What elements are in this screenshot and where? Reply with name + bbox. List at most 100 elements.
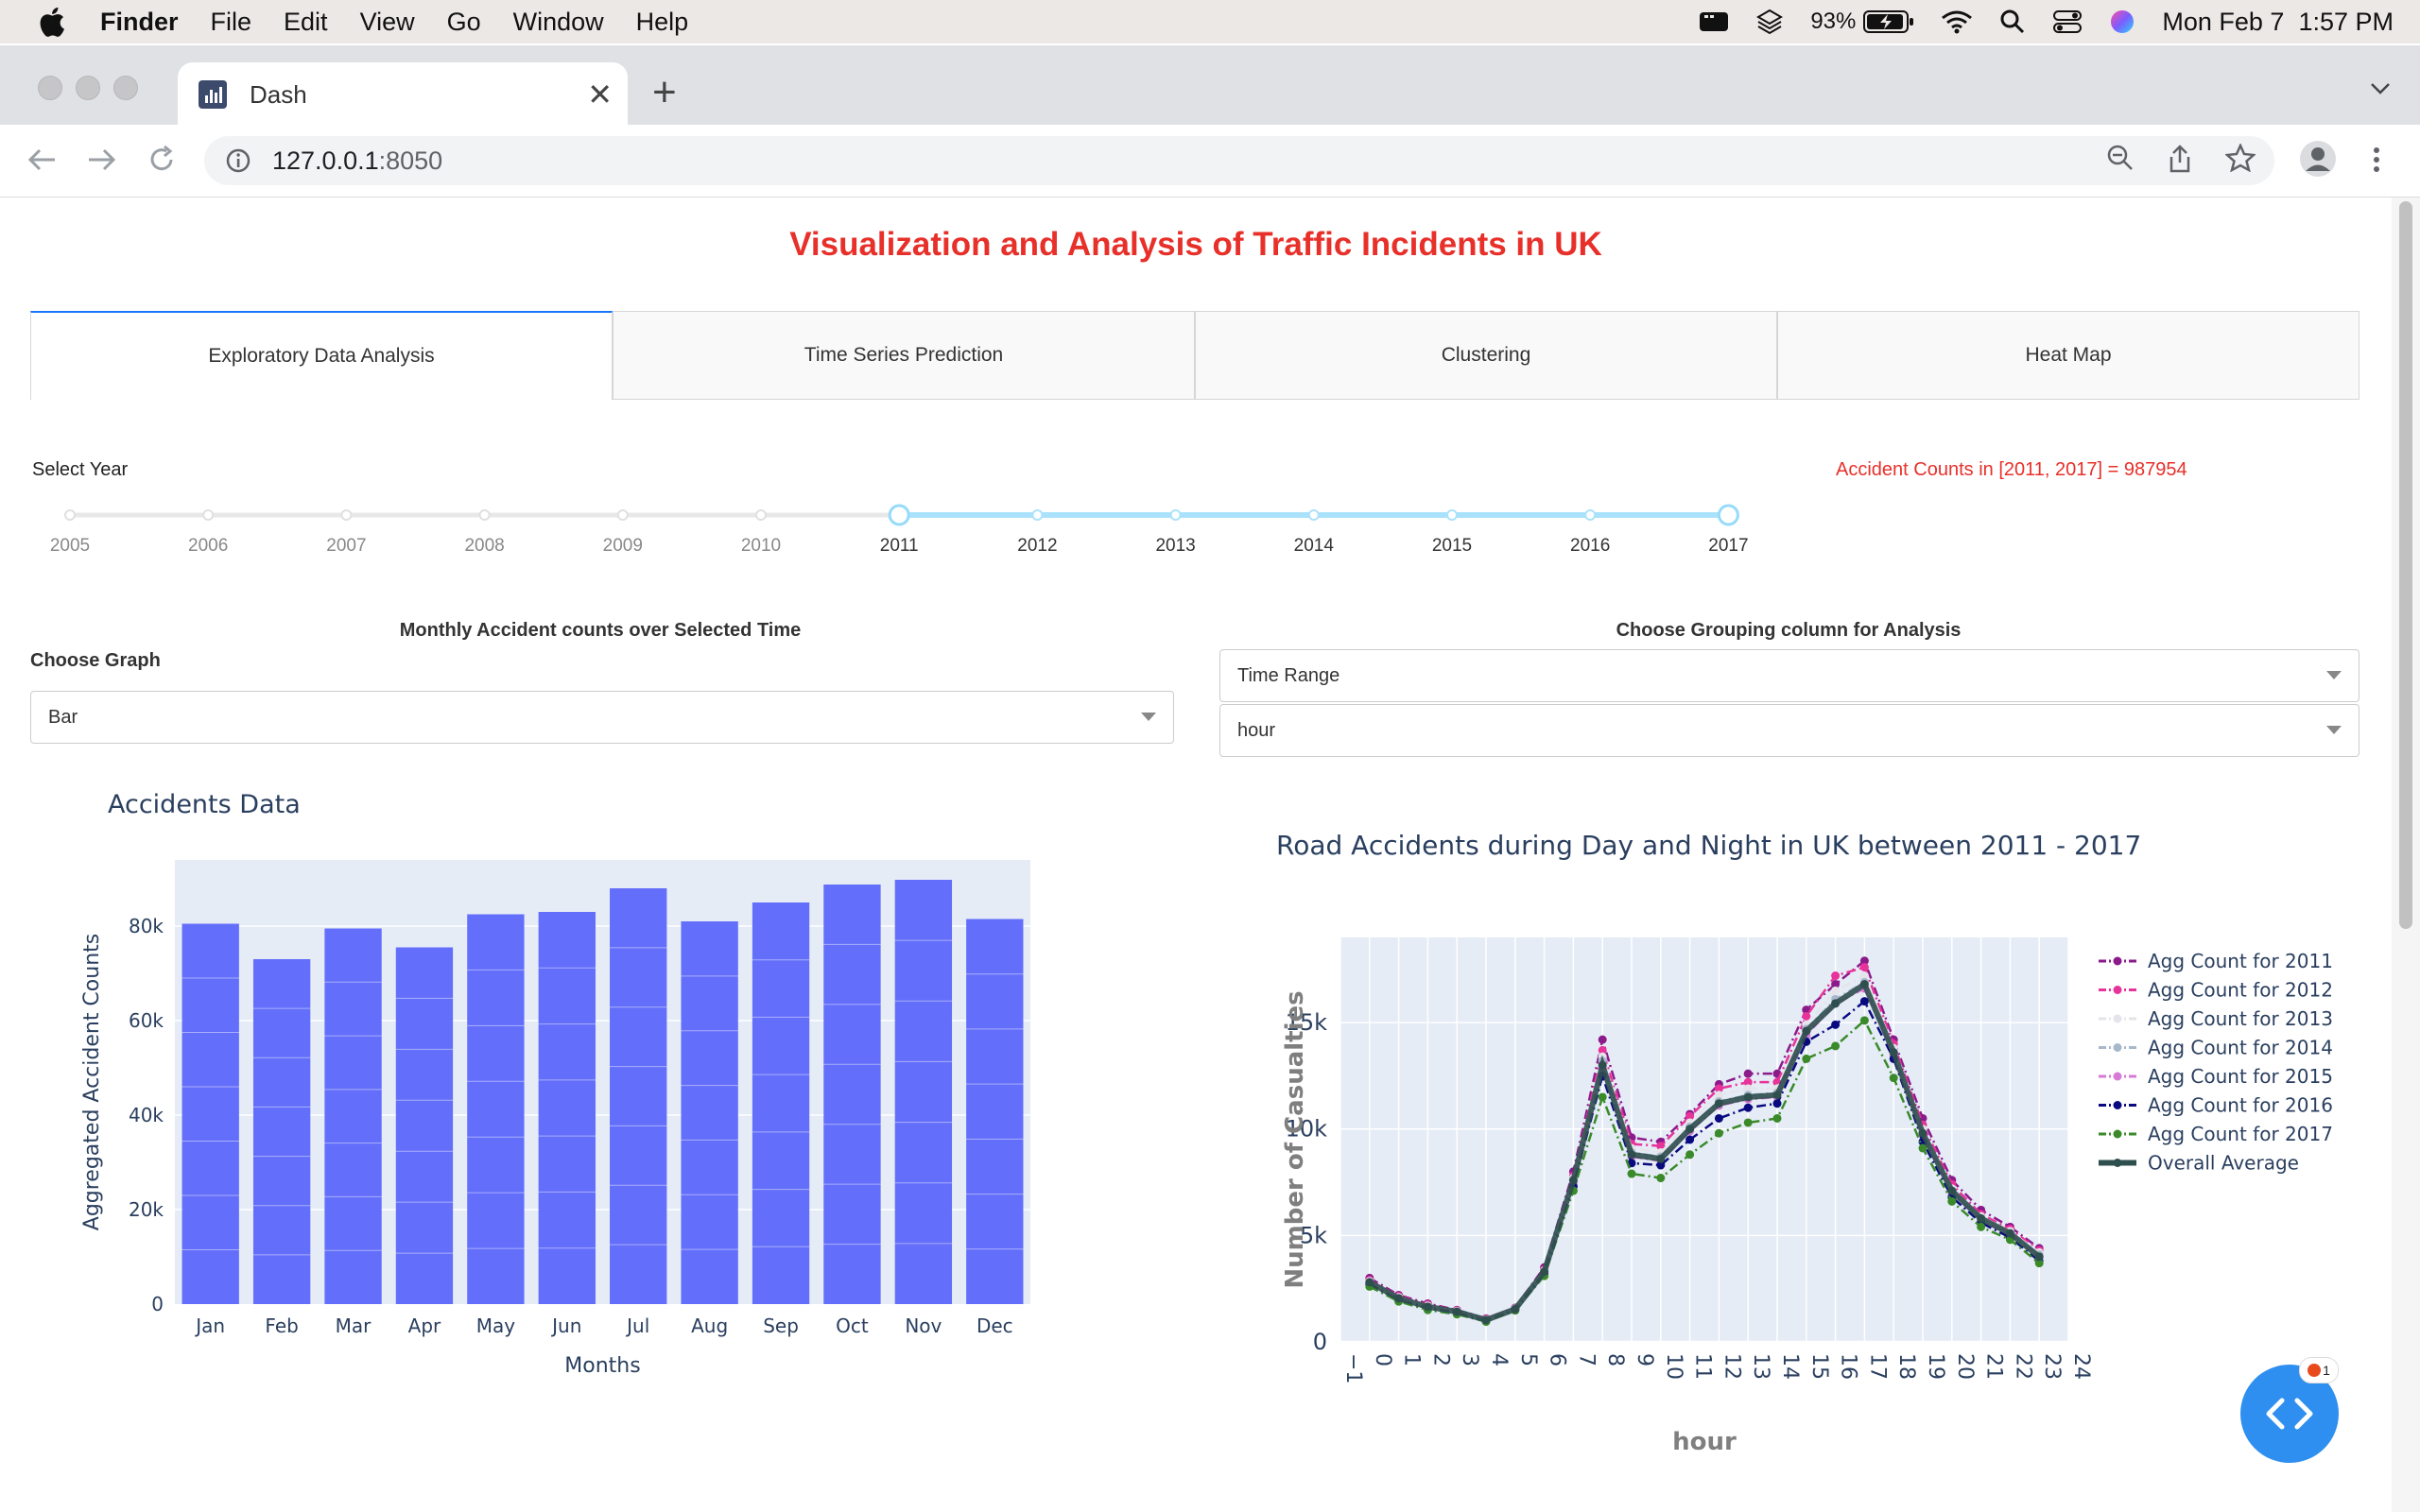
slider-year-label: 2012 — [1017, 536, 1057, 556]
bar-x-tick-label: Oct — [836, 1314, 869, 1337]
slider-dot — [340, 509, 353, 521]
series-point — [1977, 1213, 1986, 1223]
slider-handle-start[interactable] — [888, 504, 910, 526]
bar-jun — [538, 912, 596, 1304]
bar-aug — [681, 921, 738, 1304]
line-x-tick-label: 19 — [1924, 1353, 1947, 1380]
tab-heat-map[interactable]: Heat Map — [1777, 311, 2360, 400]
scrollbar-thumb[interactable] — [2399, 201, 2412, 929]
menu-go[interactable]: Go — [447, 8, 481, 37]
tab-search-chevron-icon[interactable] — [2369, 81, 2392, 96]
bar-feb — [252, 959, 311, 1304]
series-point — [1802, 1054, 1811, 1063]
legend-label: Agg Count for 2013 — [2148, 1007, 2333, 1030]
slider-year-label: 2011 — [880, 536, 919, 556]
chevron-down-icon[interactable] — [2326, 726, 2342, 734]
tab-time-series-prediction[interactable]: Time Series Prediction — [613, 311, 1195, 400]
line-x-tick-label: 17 — [1865, 1353, 1889, 1380]
chevron-down-icon[interactable] — [1141, 713, 1156, 721]
series-point — [1714, 1128, 1723, 1138]
series-point — [1685, 1150, 1695, 1160]
slider-year-label: 2014 — [1294, 536, 1335, 556]
grouping-value-2: hour — [1237, 719, 1276, 741]
tab-clustering[interactable]: Clustering — [1195, 311, 1777, 400]
forward-arrow-icon[interactable] — [85, 146, 117, 174]
bar-x-tick-label: Sep — [763, 1314, 799, 1337]
series-point — [1685, 1135, 1695, 1144]
legend-label: Agg Count for 2011 — [2148, 950, 2333, 972]
slider-dot — [1307, 509, 1320, 521]
series-point — [1947, 1196, 1957, 1206]
menu-window[interactable]: Window — [513, 8, 604, 37]
page-scrollbar[interactable] — [2392, 198, 2420, 1512]
bar-dec — [966, 919, 1024, 1304]
profile-avatar-icon[interactable] — [2299, 140, 2337, 178]
line-x-tick-label: 16 — [1837, 1353, 1860, 1380]
series-point — [1598, 1092, 1607, 1102]
browser-menu-icon[interactable] — [2371, 146, 2382, 174]
series-point — [1743, 1092, 1753, 1102]
choose-graph-label: Choose Graph — [30, 650, 161, 671]
line-x-tick-label: 5 — [1516, 1353, 1540, 1366]
series-point — [1772, 1099, 1782, 1108]
dash-favicon-icon — [199, 80, 227, 109]
slider-dot — [202, 509, 215, 521]
address-bar[interactable]: 127.0.0.1:8050 — [204, 136, 2274, 185]
series-point — [1743, 1103, 1753, 1112]
menu-app-finder[interactable]: Finder — [100, 8, 179, 37]
share-icon[interactable] — [2167, 144, 2193, 174]
page-title: Visualization and Analysis of Traffic In… — [789, 226, 1602, 263]
line-x-tick-label: 20 — [1953, 1353, 1977, 1380]
apple-icon[interactable] — [36, 5, 66, 39]
series-point — [2034, 1252, 2044, 1262]
bar-y-tick-label: 0 — [151, 1293, 164, 1315]
error-count-badge[interactable]: 1 — [2299, 1357, 2339, 1383]
series-point — [1772, 1113, 1782, 1123]
menu-view[interactable]: View — [360, 8, 415, 37]
slider-handle-end[interactable] — [1717, 504, 1739, 526]
back-arrow-icon[interactable] — [26, 146, 59, 174]
code-brackets-icon — [2266, 1398, 2313, 1430]
new-tab-icon[interactable]: + — [652, 72, 677, 113]
layers-icon[interactable] — [1755, 8, 1784, 36]
grouping-dropdown-2[interactable]: hour — [1219, 704, 2360, 757]
url-text: 127.0.0.1:8050 — [272, 146, 442, 176]
chevron-down-icon[interactable] — [2326, 671, 2342, 679]
slider-year-label: 2006 — [188, 536, 228, 556]
dash-tabs: Exploratory Data Analysis Time Series Pr… — [30, 311, 2360, 402]
line-x-tick-label: 14 — [1778, 1353, 1802, 1380]
tab-close-icon[interactable]: ✕ — [587, 79, 613, 110]
line-x-axis-label: hour — [1672, 1428, 1737, 1455]
wifi-icon[interactable] — [1941, 9, 1973, 34]
series-point — [1802, 1026, 1811, 1036]
window-zoom-button[interactable] — [113, 76, 138, 100]
slider-year-label: 2013 — [1155, 536, 1195, 556]
siri-icon[interactable] — [2109, 9, 2135, 35]
year-range-slider[interactable]: 2005 2006 2007 2008 2009 2010 2011 2012 2013 2014… — [38, 500, 1777, 557]
series-point — [1918, 1128, 1927, 1138]
window-close-button[interactable] — [38, 76, 62, 100]
tab-exploratory-data-analysis[interactable]: Exploratory Data Analysis — [30, 311, 613, 400]
menu-file[interactable]: File — [211, 8, 252, 37]
spotlight-search-icon[interactable] — [1999, 9, 2026, 35]
line-x-tick-label: 7 — [1574, 1353, 1598, 1366]
browser-tab-dash[interactable]: Dash ✕ — [178, 62, 628, 127]
menubar-clock[interactable]: Mon Feb 7 1:57 PM — [2162, 8, 2394, 37]
grouping-dropdown-1[interactable]: Time Range — [1219, 649, 2360, 702]
reload-icon[interactable] — [146, 144, 178, 176]
screen-record-icon[interactable] — [1699, 9, 1729, 34]
legend-swatch-marker — [2113, 1159, 2122, 1167]
series-point — [1714, 1099, 1723, 1108]
window-minimize-button[interactable] — [76, 76, 100, 100]
choose-graph-dropdown[interactable]: Bar — [30, 691, 1174, 744]
site-info-icon[interactable] — [225, 147, 251, 174]
line-x-tick-label: 18 — [1894, 1353, 1918, 1380]
menu-edit[interactable]: Edit — [284, 8, 328, 37]
battery-icon[interactable] — [1863, 9, 1914, 34]
series-point — [1627, 1169, 1636, 1178]
zoom-out-icon[interactable] — [2106, 144, 2135, 172]
series-point — [1977, 1222, 1986, 1231]
control-center-icon[interactable] — [2052, 9, 2083, 35]
menu-help[interactable]: Help — [636, 8, 689, 37]
bookmark-star-icon[interactable] — [2225, 144, 2256, 172]
